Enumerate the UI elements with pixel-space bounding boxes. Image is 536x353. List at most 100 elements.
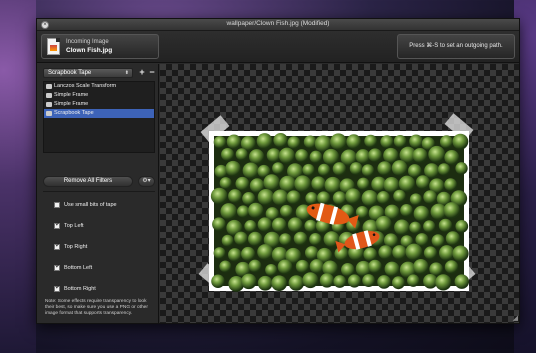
image-canvas[interactable]: ◢ — [160, 64, 519, 323]
outgoing-path-well[interactable]: Press ⌘-S to set an outgoing path. — [397, 34, 515, 59]
filter-select[interactable]: Scrapbook Tape ⬍ — [43, 68, 133, 78]
anemone-tip — [219, 260, 232, 273]
filter-icon — [46, 102, 52, 107]
anemone-tip — [341, 263, 355, 277]
anemone-tip — [368, 259, 382, 274]
anemone-tip — [277, 259, 293, 275]
anemone-tip — [228, 189, 243, 204]
anemone-tip — [288, 275, 305, 291]
anemone-tip — [380, 135, 394, 149]
option-top-right[interactable]: Top Right — [54, 242, 88, 251]
anemone-tip — [256, 133, 273, 150]
anemone-tip — [257, 244, 274, 261]
add-filter-button[interactable]: + — [137, 67, 147, 78]
anemone-tip — [377, 275, 391, 289]
anemone-tip — [235, 176, 250, 191]
filter-item-label: Simple Frame — [54, 101, 89, 107]
resize-grip-icon[interactable]: ◢ — [513, 314, 518, 322]
anemone-tip — [235, 148, 248, 161]
app-window: × wallpaper/Clown Fish.jpg (Modified) In… — [36, 18, 520, 324]
anemone-tip — [278, 147, 296, 164]
anemone-tip — [210, 187, 228, 205]
anemone-tip — [376, 191, 390, 205]
anemone-tip — [392, 245, 407, 260]
filter-item[interactable]: Simple Frame — [44, 100, 154, 109]
filter-item[interactable]: Simple Frame — [44, 91, 154, 100]
anemone-tip — [407, 274, 420, 287]
option-top-left[interactable]: Top Left — [54, 221, 84, 230]
filter-icon — [46, 84, 52, 89]
anemone-tip — [437, 163, 451, 176]
option-label: Top Right — [64, 244, 88, 250]
anemone-tip — [409, 221, 422, 234]
anemone-tip — [452, 133, 469, 150]
anemone-tip — [311, 176, 326, 191]
checkbox-bottom-left[interactable] — [54, 263, 61, 271]
anemone-tip — [242, 162, 259, 179]
anemone-tip — [391, 160, 408, 176]
anemone-tip — [248, 202, 264, 219]
anemone-tip — [302, 163, 315, 177]
filter-select-value: Scrapbook Tape — [48, 70, 92, 76]
anemone-tip — [332, 162, 347, 176]
incoming-image-well[interactable]: Incoming Image Clown Fish.jpg — [41, 34, 159, 59]
anemone-tip — [272, 189, 289, 206]
option-bottom-right[interactable]: Bottom Right — [54, 284, 96, 293]
anemone-tip — [287, 217, 303, 233]
anemone-tip — [355, 149, 371, 164]
anemone-tip — [304, 219, 317, 233]
gear-icon[interactable]: ⚙▾ — [138, 176, 155, 187]
anemone-tip — [212, 217, 226, 232]
image-file-icon — [47, 38, 60, 55]
filter-icon — [46, 93, 52, 98]
anemone-tip — [213, 135, 227, 149]
incoming-filename: Clown Fish.jpg — [66, 47, 113, 54]
anemone-tip — [375, 215, 392, 233]
anemone-tip — [241, 246, 256, 262]
anemone-tip — [445, 231, 461, 246]
anemone-tip — [304, 246, 319, 260]
anemone-tip — [225, 160, 241, 177]
anemone-tip — [333, 275, 347, 288]
anemone-tip — [219, 177, 232, 190]
anemone-tip — [400, 203, 413, 217]
option-label: Top Left — [64, 223, 84, 229]
anemone-tip — [455, 220, 469, 233]
incoming-label: Incoming Image — [66, 39, 109, 45]
anemone-tip — [247, 231, 263, 247]
anemone-tip — [409, 193, 422, 206]
checkbox-bottom-right[interactable] — [54, 284, 61, 292]
anemone-tip — [391, 276, 405, 290]
anemone-tip — [272, 162, 285, 175]
anemone-tip — [423, 220, 436, 233]
option-bottom-left[interactable]: Bottom Left — [54, 263, 92, 272]
remove-filter-button[interactable]: − — [147, 67, 157, 78]
anemone-tip — [363, 247, 378, 262]
filter-item[interactable]: Lanczos Scale Transform — [44, 82, 154, 91]
anemone-tip — [302, 272, 319, 289]
anemone-tip — [362, 274, 376, 288]
anemone-tip — [413, 205, 430, 222]
anemone-tip — [393, 189, 406, 203]
checkbox-top-left[interactable] — [54, 221, 61, 229]
checkbox-top-right[interactable] — [54, 242, 61, 250]
anemone-tip — [324, 176, 342, 194]
anemone-tip — [346, 134, 362, 150]
anemone-tip — [295, 149, 309, 163]
anemone-tip — [357, 177, 370, 190]
filter-list: Lanczos Scale Transform Simple Frame Sim… — [43, 81, 155, 153]
checkbox-small-tape[interactable] — [54, 202, 60, 208]
anemone-tip — [249, 149, 265, 165]
remove-all-filters-button[interactable]: Remove All Filters — [43, 176, 133, 187]
anemone-tip — [248, 259, 262, 273]
anemone-tip — [439, 135, 454, 149]
option-small-tape[interactable]: Use small bits of tape — [54, 201, 117, 209]
anemone-tip — [435, 274, 452, 291]
anemone-tip — [295, 259, 310, 274]
anemone-tip — [241, 273, 257, 290]
anemone-tip — [349, 162, 363, 175]
anemone-tip — [317, 163, 331, 177]
desktop-background-left — [0, 0, 36, 353]
anemone-tip — [273, 133, 288, 148]
filter-item-selected[interactable]: Scrapbook Tape — [44, 109, 154, 118]
